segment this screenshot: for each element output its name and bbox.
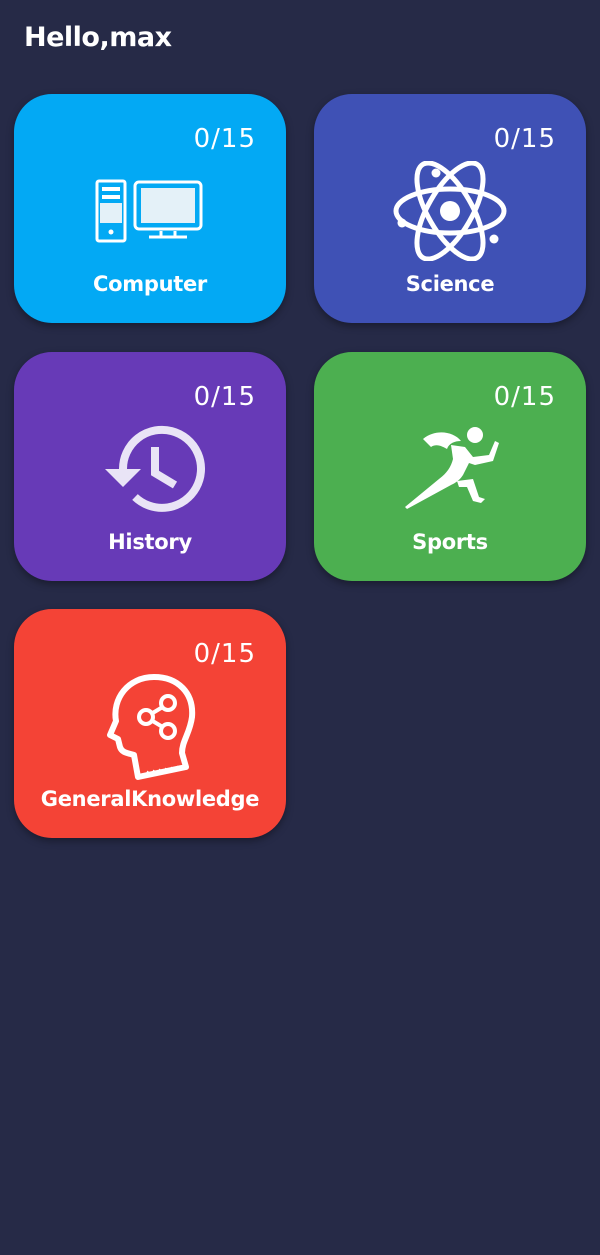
category-label: Sports bbox=[412, 530, 488, 554]
category-card-general-knowledge[interactable]: 0/15 GeneralKnowledge bbox=[14, 609, 286, 838]
category-label: Science bbox=[405, 272, 495, 296]
atom-icon bbox=[314, 150, 586, 272]
category-label: Computer bbox=[93, 272, 207, 296]
category-card-sports[interactable]: 0/15 Sports bbox=[314, 352, 586, 581]
category-card-science[interactable]: 0/15 Science bbox=[314, 94, 586, 323]
computer-icon bbox=[14, 150, 286, 272]
category-card-computer[interactable]: 0/15 Computer bbox=[14, 94, 286, 323]
runner-icon bbox=[314, 408, 586, 530]
head-share-icon bbox=[14, 665, 286, 787]
category-label: GeneralKnowledge bbox=[40, 787, 260, 811]
category-card-history[interactable]: 0/15 History bbox=[14, 352, 286, 581]
category-label: History bbox=[108, 530, 192, 554]
history-clock-icon bbox=[14, 408, 286, 530]
greeting-title: Hello,max bbox=[24, 22, 172, 53]
